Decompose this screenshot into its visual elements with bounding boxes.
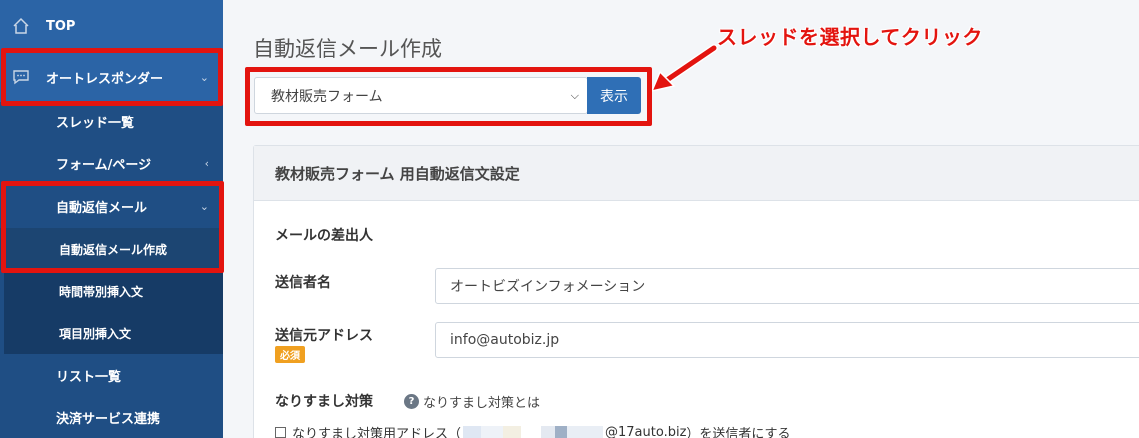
sidebar-item-threads[interactable]: スレッド一覧 — [0, 100, 223, 142]
sidebar-item-label: TOP — [46, 18, 76, 34]
sidebar-item-label: オートレスポンダー — [46, 71, 164, 87]
spoof-help-link[interactable]: ? なりすまし対策とは — [404, 392, 540, 411]
spoof-help-label: なりすまし対策とは — [423, 396, 541, 411]
sidebar-item-label: 自動返信メール — [56, 200, 148, 216]
sender-name-value: オートビズインフォメーション — [450, 279, 646, 295]
sidebar-item-item-insert[interactable]: 項目別挿入文 — [0, 312, 223, 354]
chevron-down-icon: ⌄ — [199, 70, 209, 84]
sender-address-input[interactable]: info@autobiz.jp — [435, 322, 1139, 358]
spoof-checkbox[interactable] — [275, 427, 286, 438]
chevron-left-icon: ‹ — [204, 156, 209, 170]
sender-address-value: info@autobiz.jp — [450, 332, 560, 348]
sidebar-item-forms[interactable]: フォーム/ページ ‹ — [0, 142, 223, 184]
settings-card: 教材販売フォーム 用自動返信文設定 メールの差出人 送信者名 オートビズインフォ… — [253, 145, 1139, 438]
sidebar-item-autoresponder[interactable]: オートレスポンダー ⌄ — [0, 52, 223, 102]
card-title: 教材販売フォーム 用自動返信文設定 — [254, 146, 1139, 201]
thread-select-value: 教材販売フォーム — [271, 88, 383, 105]
sidebar-item-label: 自動返信メール作成 — [59, 242, 168, 257]
main-content: 自動返信メール作成 教材販売フォーム ⌵ 表示 スレッドを選択してクリック 教材… — [223, 0, 1139, 438]
spoof-checkbox-label-prefix: なりすまし対策用アドレス（ — [292, 427, 462, 438]
sidebar-item-auto-reply-create[interactable]: 自動返信メール作成 — [0, 228, 223, 270]
message-icon — [10, 66, 32, 88]
question-icon: ? — [404, 394, 419, 409]
page-title: 自動返信メール作成 — [253, 37, 442, 61]
redacted-address — [463, 425, 604, 438]
sidebar-item-time-insert[interactable]: 時間帯別挿入文 — [0, 270, 223, 312]
chevron-down-icon: ⌄ — [199, 199, 209, 213]
sender-name-label: 送信者名 — [275, 275, 331, 291]
sidebar-item-label: スレッド一覧 — [56, 115, 135, 131]
sidebar-item-label: 決済サービス連携 — [56, 411, 161, 427]
sender-address-label: 送信元アドレス — [275, 328, 373, 344]
spoof-checkbox-label-suffix: ）を送信者にする — [686, 427, 791, 438]
home-icon — [10, 15, 32, 37]
annotation-callout: スレッドを選択してクリック — [717, 25, 983, 49]
spoof-checkbox-domain: @17auto.biz — [605, 425, 687, 438]
required-badge: 必須 — [275, 346, 305, 363]
spoof-checkbox-row[interactable]: なりすまし対策用アドレス（ @17auto.biz ）を送信者にする — [275, 423, 791, 438]
sidebar-item-label: リスト一覧 — [56, 369, 122, 385]
chevron-down-icon: ⌵ — [570, 89, 579, 102]
sender-name-input[interactable]: オートビズインフォメーション — [435, 268, 1139, 304]
show-button[interactable]: 表示 — [587, 77, 641, 114]
sidebar-item-top[interactable]: TOP — [0, 0, 223, 52]
spoof-section-title: なりすまし対策 — [275, 394, 373, 410]
sidebar-item-payment[interactable]: 決済サービス連携 — [0, 396, 223, 438]
sidebar: TOP オートレスポンダー ⌄ スレッド一覧 フォーム/ページ ‹ 自動返信メー… — [0, 0, 223, 438]
sidebar-item-label: フォーム/ページ — [56, 157, 152, 173]
sidebar-item-auto-reply[interactable]: 自動返信メール ⌄ — [0, 184, 223, 228]
sidebar-item-label: 項目別挿入文 — [59, 326, 132, 341]
sender-section-title: メールの差出人 — [275, 228, 373, 244]
sidebar-item-list[interactable]: リスト一覧 — [0, 354, 223, 396]
sidebar-item-label: 時間帯別挿入文 — [59, 284, 144, 299]
annotation-arrow-icon — [650, 44, 718, 93]
thread-select[interactable]: 教材販売フォーム ⌵ — [254, 77, 588, 114]
